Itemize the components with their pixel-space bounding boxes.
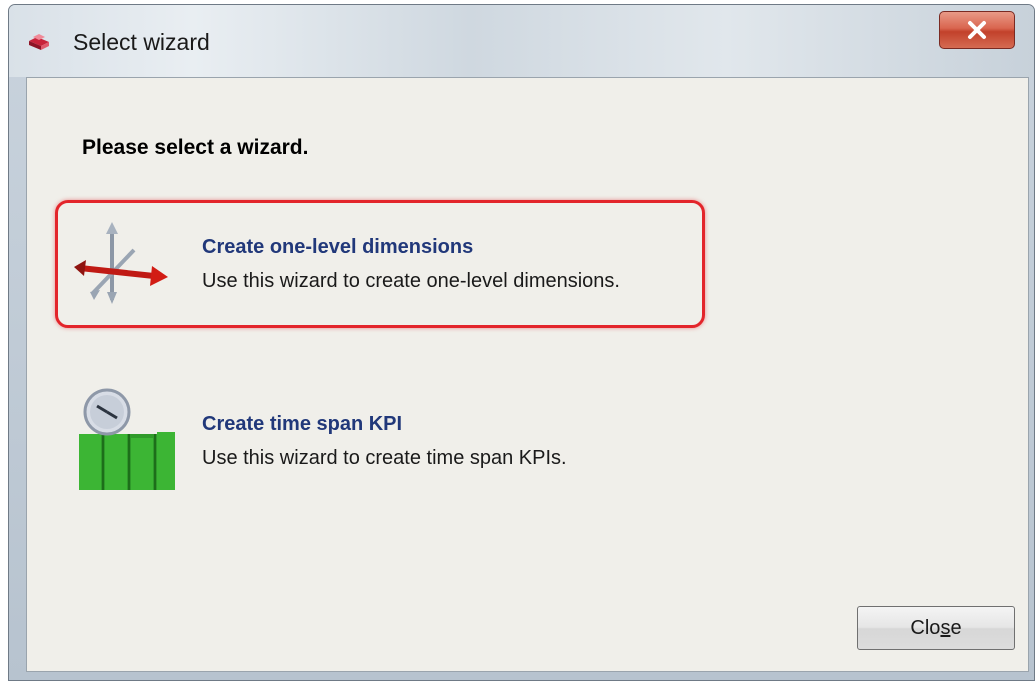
wizard-app-icon bbox=[29, 34, 49, 50]
dimension-axes-icon bbox=[74, 222, 168, 304]
wizard-title: Create one-level dimensions bbox=[202, 236, 474, 258]
window-close-button[interactable] bbox=[939, 11, 1015, 49]
close-button-label: Close bbox=[910, 616, 962, 639]
close-button[interactable]: Close bbox=[857, 606, 1015, 650]
page-title: Please select a wizard. bbox=[82, 136, 309, 159]
dialog-body: Please select a wizard. Create one-level… bbox=[26, 77, 1029, 672]
wizard-description: Use this wizard to create one-level dime… bbox=[202, 270, 620, 292]
wizard-dialog: Select wizard Please select a wizard. Cr… bbox=[8, 4, 1035, 681]
title-bar[interactable]: Select wizard bbox=[9, 5, 1034, 77]
window-title: Select wizard bbox=[73, 29, 210, 55]
wizard-description: Use this wizard to create time span KPIs… bbox=[202, 447, 567, 469]
clock-bars-icon bbox=[79, 388, 175, 490]
wizard-item-one-level-dimensions[interactable]: Create one-level dimensions Use this wiz… bbox=[55, 200, 705, 328]
wizard-item-time-span-kpi[interactable]: Create time span KPI Use this wizard to … bbox=[55, 380, 705, 508]
close-icon bbox=[968, 21, 986, 39]
wizard-title: Create time span KPI bbox=[202, 413, 403, 435]
